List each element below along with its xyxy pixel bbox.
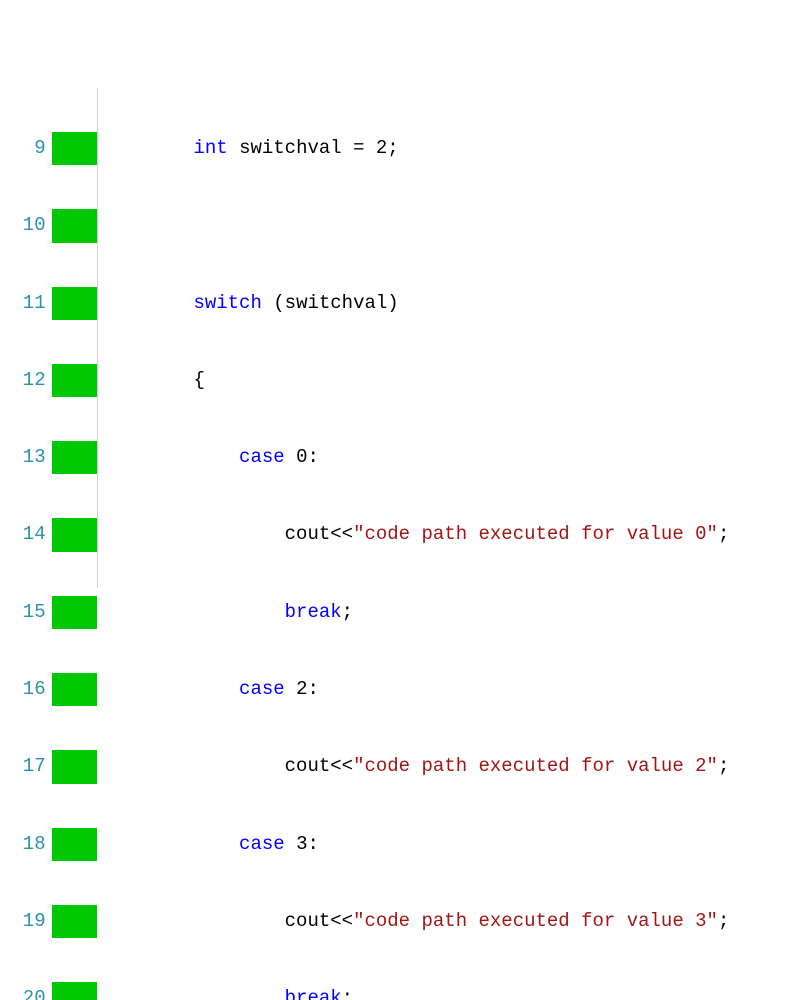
brace-open: { bbox=[193, 369, 204, 391]
line-number: 20 bbox=[0, 982, 46, 1000]
identifier: cout<< bbox=[285, 523, 353, 545]
code-line[interactable]: case 2: bbox=[102, 673, 800, 706]
keyword-int: int bbox=[193, 137, 227, 159]
change-marker bbox=[52, 982, 98, 1000]
semicolon: ; bbox=[718, 910, 729, 932]
code-line[interactable]: break; bbox=[102, 982, 800, 1000]
indent bbox=[102, 910, 284, 932]
line-number: 9 bbox=[0, 132, 46, 165]
colon: : bbox=[307, 833, 318, 855]
space bbox=[285, 678, 296, 700]
change-marker bbox=[52, 209, 98, 242]
change-marker bbox=[52, 596, 98, 629]
code-line[interactable]: int switchval = 2; bbox=[102, 132, 800, 165]
string-literal: "code path executed for value 0" bbox=[353, 523, 718, 545]
number-literal: 3 bbox=[296, 833, 307, 855]
line-number: 19 bbox=[0, 905, 46, 938]
line-number: 11 bbox=[0, 287, 46, 320]
string-literal: "code path executed for value 2" bbox=[353, 755, 718, 777]
semicolon: ; bbox=[718, 755, 729, 777]
indent bbox=[102, 369, 193, 391]
code-line[interactable]: cout<<"code path executed for value 2"; bbox=[102, 750, 800, 783]
keyword-break: break bbox=[285, 601, 342, 623]
code-line[interactable]: switch (switchval) bbox=[102, 287, 800, 320]
space bbox=[285, 833, 296, 855]
space bbox=[285, 446, 296, 468]
change-marker bbox=[52, 364, 98, 397]
change-marker bbox=[52, 441, 98, 474]
line-number: 15 bbox=[0, 596, 46, 629]
identifier: switchval = bbox=[239, 137, 376, 159]
code-line[interactable]: case 0: bbox=[102, 441, 800, 474]
line-number: 17 bbox=[0, 750, 46, 783]
change-marker bbox=[52, 673, 98, 706]
indent bbox=[102, 523, 284, 545]
semicolon: ; bbox=[342, 987, 353, 1000]
identifier: cout<< bbox=[285, 755, 353, 777]
change-marker bbox=[52, 132, 98, 165]
change-marker bbox=[52, 828, 98, 861]
semicolon: ; bbox=[342, 601, 353, 623]
semicolon: ; bbox=[718, 523, 729, 545]
indent bbox=[102, 292, 193, 314]
code-area[interactable]: int switchval = 2; switch (switchval) { … bbox=[98, 88, 800, 588]
line-number: 10 bbox=[0, 209, 46, 242]
indent bbox=[102, 833, 239, 855]
line-number: 18 bbox=[0, 828, 46, 861]
space bbox=[228, 137, 239, 159]
code-line[interactable] bbox=[102, 209, 800, 242]
keyword-break: break bbox=[285, 987, 342, 1000]
number-literal: 2 bbox=[296, 678, 307, 700]
code-line[interactable]: { bbox=[102, 364, 800, 397]
indent bbox=[102, 446, 239, 468]
change-marker bbox=[52, 750, 98, 783]
indent bbox=[102, 987, 284, 1000]
change-marker bbox=[52, 287, 98, 320]
keyword-switch: switch bbox=[193, 292, 261, 314]
keyword-case: case bbox=[239, 678, 285, 700]
colon: : bbox=[307, 678, 318, 700]
line-number: 13 bbox=[0, 441, 46, 474]
code-line[interactable]: break; bbox=[102, 596, 800, 629]
identifier: cout<< bbox=[285, 910, 353, 932]
line-number: 12 bbox=[0, 364, 46, 397]
semicolon: ; bbox=[387, 137, 398, 159]
change-marker bbox=[52, 905, 98, 938]
identifier: switchval bbox=[285, 292, 388, 314]
line-number: 14 bbox=[0, 518, 46, 551]
code-editor: 9 10 11 12 13 14 15 16 17 18 19 20 21 22… bbox=[0, 88, 800, 588]
indent bbox=[102, 678, 239, 700]
number-literal: 2 bbox=[376, 137, 387, 159]
string-literal: "code path executed for value 3" bbox=[353, 910, 718, 932]
paren-close: ) bbox=[387, 292, 398, 314]
code-line[interactable]: cout<<"code path executed for value 0"; bbox=[102, 518, 800, 551]
line-number-gutter: 9 10 11 12 13 14 15 16 17 18 19 20 21 22… bbox=[0, 88, 52, 588]
keyword-case: case bbox=[239, 446, 285, 468]
change-marker bbox=[52, 518, 98, 551]
colon: : bbox=[307, 446, 318, 468]
line-number: 16 bbox=[0, 673, 46, 706]
paren-open: ( bbox=[273, 292, 284, 314]
space bbox=[262, 292, 273, 314]
code-line[interactable]: case 3: bbox=[102, 828, 800, 861]
code-line[interactable]: cout<<"code path executed for value 3"; bbox=[102, 905, 800, 938]
change-marker-gutter bbox=[52, 88, 98, 588]
indent bbox=[102, 601, 284, 623]
keyword-case: case bbox=[239, 833, 285, 855]
indent bbox=[102, 755, 284, 777]
number-literal: 0 bbox=[296, 446, 307, 468]
indent bbox=[102, 137, 193, 159]
